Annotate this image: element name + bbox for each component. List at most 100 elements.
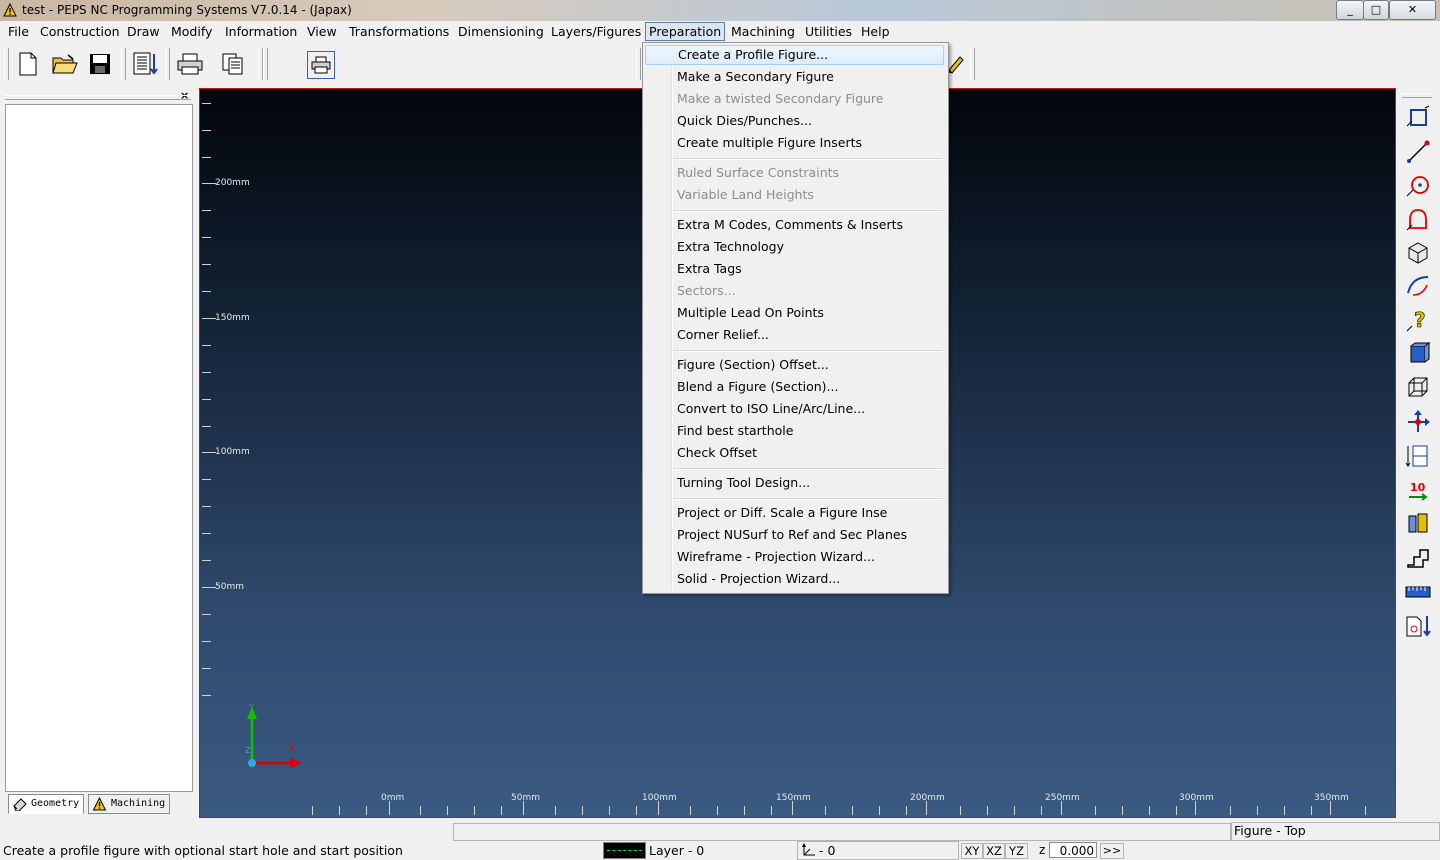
x-tick — [1311, 806, 1312, 815]
x-tick — [582, 806, 583, 815]
menu-item-check-offset[interactable]: Check Offset — [645, 443, 944, 463]
menu-item-multiple-lead-on-points[interactable]: Multiple Lead On Points — [645, 303, 944, 323]
menu-item-project-diff-scale[interactable]: Project or Diff. Scale a Figure Inse — [645, 503, 944, 523]
menu-item-create-profile-figure[interactable]: Create a Profile Figure... — [645, 45, 944, 65]
save-icon[interactable] — [86, 50, 114, 78]
y-tick — [202, 399, 211, 400]
layer-color-swatch[interactable] — [603, 842, 646, 859]
solid-view-icon[interactable] — [1403, 339, 1433, 369]
view-label: Figure - Top — [1234, 823, 1306, 838]
y-tick — [202, 560, 211, 561]
menu-information[interactable]: Information — [222, 23, 300, 40]
help-query-icon[interactable]: ? — [1403, 305, 1433, 335]
toolbar-grip[interactable] — [263, 48, 268, 80]
menu-file[interactable]: File — [5, 23, 32, 40]
profile-tool-icon[interactable] — [1403, 204, 1433, 234]
arc-curve-icon[interactable] — [1403, 271, 1433, 301]
plane-xy-button[interactable]: XY — [961, 843, 983, 859]
menu-item-solid-projection-wizard[interactable]: Solid - Projection Wizard... — [645, 569, 944, 589]
menu-item-turning-tool-design[interactable]: Turning Tool Design... — [645, 473, 944, 493]
rectangle-select-icon[interactable] — [1403, 102, 1433, 132]
print-icon[interactable] — [176, 50, 204, 78]
move-arrows-icon[interactable] — [1403, 407, 1433, 437]
menu-item-extra-tags[interactable]: Extra Tags — [645, 259, 944, 279]
y-tick — [202, 426, 211, 427]
panel-grip[interactable] — [5, 95, 191, 100]
menu-item-corner-relief[interactable]: Corner Relief... — [645, 325, 944, 345]
cube-tool-icon[interactable] — [1403, 238, 1433, 268]
menu-layers-figures[interactable]: Layers/Figures — [548, 23, 644, 40]
tool-holder-icon[interactable] — [1403, 508, 1433, 538]
tab-machining[interactable]: Machining — [88, 794, 171, 814]
menu-item-find-best-starthole[interactable]: Find best starthole — [645, 421, 944, 441]
toolbar-grip[interactable] — [4, 48, 9, 80]
print-preview-icon[interactable] — [307, 51, 335, 79]
menu-item-extra-m-codes[interactable]: Extra M Codes, Comments & Inserts — [645, 215, 944, 235]
menu-utilities[interactable]: Utilities — [802, 23, 855, 40]
path-shape-icon[interactable] — [1403, 543, 1433, 573]
ruler-icon[interactable] — [1403, 577, 1433, 607]
menu-item-project-nusurf[interactable]: Project NUSurf to Ref and Sec Planes — [645, 525, 944, 545]
x-tick — [852, 806, 853, 815]
x-tick — [389, 801, 390, 815]
plane-xz-button[interactable]: XZ — [983, 843, 1005, 859]
menu-item-blend-figure-section[interactable]: Blend a Figure (Section)... — [645, 377, 944, 397]
toolbar-grip[interactable] — [1402, 93, 1432, 98]
x-tick — [339, 806, 340, 815]
next-button[interactable]: >> — [1100, 843, 1124, 859]
menu-machining[interactable]: Machining — [728, 23, 798, 40]
menu-dimensioning[interactable]: Dimensioning — [455, 23, 547, 40]
tab-geometry[interactable]: Geometry — [8, 794, 85, 814]
number-ten-icon[interactable]: 10 — [1403, 475, 1433, 505]
menu-item-make-secondary-figure[interactable]: Make a Secondary Figure — [645, 67, 944, 87]
toolbar-grip[interactable] — [165, 48, 170, 80]
new-file-icon[interactable] — [14, 50, 42, 78]
menu-transformations[interactable]: Transformations — [346, 23, 452, 40]
close-button[interactable]: ✕ — [1389, 0, 1436, 20]
copy-pages-icon[interactable] — [219, 50, 247, 78]
coordinate-system-field[interactable]: - 0 — [797, 841, 959, 860]
z-value-input[interactable]: 0.000 — [1049, 842, 1097, 858]
menu-view[interactable]: View — [304, 23, 340, 40]
wireframe-cube-icon[interactable] — [1403, 373, 1433, 403]
menu-item-sectors[interactable]: Sectors... — [645, 281, 944, 301]
menu-draw[interactable]: Draw — [124, 23, 163, 40]
menu-item-ruled-surface-constraints[interactable]: Ruled Surface Constraints — [645, 163, 944, 183]
layer-label[interactable]: Layer - 0 — [649, 843, 704, 858]
menu-item-create-multiple-figure-inserts[interactable]: Create multiple Figure Inserts — [645, 133, 944, 153]
y-tick — [202, 668, 211, 669]
open-folder-icon[interactable] — [51, 50, 79, 78]
menu-item-make-twisted-secondary-figure[interactable]: Make a twisted Secondary Figure — [645, 89, 944, 109]
x-tick — [879, 806, 880, 815]
menu-item-figure-section-offset[interactable]: Figure (Section) Offset... — [645, 355, 944, 375]
page-down-icon[interactable] — [1403, 611, 1433, 641]
toolbar-grip[interactable] — [121, 48, 126, 80]
menu-item-variable-land-heights[interactable]: Variable Land Heights — [645, 185, 944, 205]
step-list-icon[interactable] — [1403, 441, 1433, 471]
sheet-list-icon[interactable] — [131, 50, 159, 78]
minimize-button[interactable]: _ — [1336, 0, 1364, 20]
y-tick — [202, 183, 216, 184]
toolbar-grip[interactable] — [970, 48, 975, 80]
x-tick — [1365, 806, 1366, 815]
x-tick — [1061, 801, 1062, 815]
y-tick — [202, 291, 211, 292]
axis-z-label: Z — [245, 746, 251, 755]
menu-item-convert-to-iso[interactable]: Convert to ISO Line/Arc/Line... — [645, 399, 944, 419]
line-tool-icon[interactable] — [1403, 137, 1433, 167]
menu-construction[interactable]: Construction — [37, 23, 123, 40]
x-label-0: 0mm — [381, 793, 405, 803]
menu-item-extra-technology[interactable]: Extra Technology — [645, 237, 944, 257]
plane-yz-button[interactable]: YZ — [1005, 843, 1028, 859]
menu-bar: File Construction Draw Modify Informatio… — [0, 21, 1440, 42]
maximize-button[interactable]: □ — [1363, 0, 1389, 20]
menu-preparation[interactable]: Preparation — [645, 22, 726, 41]
x-tick — [1230, 806, 1231, 815]
menu-item-quick-dies-punches[interactable]: Quick Dies/Punches... — [645, 111, 944, 131]
menu-item-wireframe-projection-wizard[interactable]: Wireframe - Projection Wizard... — [645, 547, 944, 567]
circle-tool-icon[interactable] — [1403, 170, 1433, 200]
toolbar-grip[interactable] — [636, 48, 641, 80]
menu-help[interactable]: Help — [858, 23, 893, 40]
menu-modify[interactable]: Modify — [168, 23, 215, 40]
geometry-list[interactable] — [5, 104, 193, 792]
